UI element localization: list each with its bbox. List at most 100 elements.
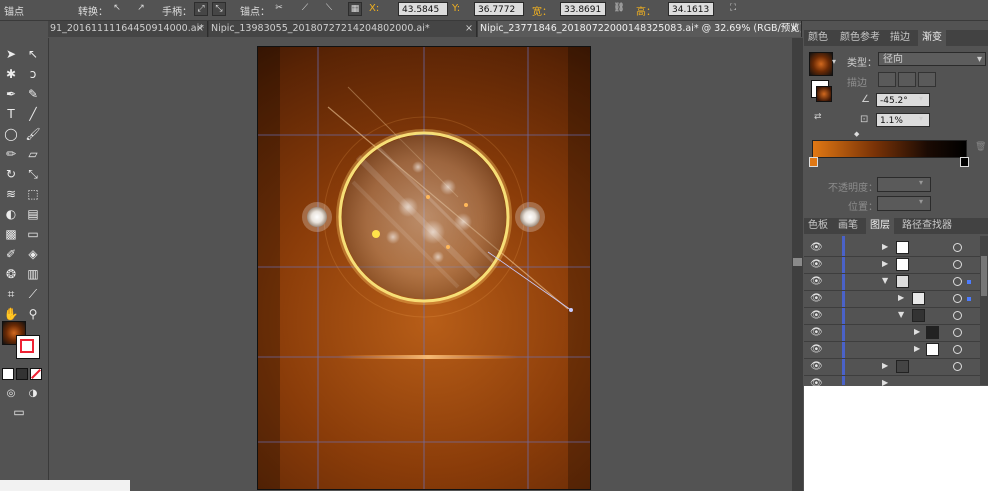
target-icon[interactable] <box>953 311 962 320</box>
close-icon[interactable]: × <box>196 21 204 37</box>
reverse-gradient-icon[interactable]: ⇄ <box>814 112 822 122</box>
stroke-swatch[interactable] <box>16 335 40 359</box>
pencil-tool-icon[interactable]: ✏ <box>2 146 20 162</box>
layer-row[interactable]: 👁 ▼ <box>804 308 988 325</box>
close-icon[interactable]: × <box>465 21 473 37</box>
eye-icon[interactable]: 👁 <box>810 345 823 355</box>
gradient-preview[interactable] <box>809 52 833 76</box>
draw-mode-icon[interactable]: ◎ <box>2 386 20 402</box>
stroke-option-3[interactable] <box>918 72 936 87</box>
eye-icon[interactable]: 👁 <box>810 243 823 253</box>
eye-icon[interactable]: 👁 <box>810 328 823 338</box>
hand-tool-icon[interactable]: ✋ <box>2 306 20 322</box>
gradient-mode-icon[interactable] <box>16 368 28 380</box>
blend-tool-icon[interactable]: ◈ <box>24 246 42 262</box>
target-icon[interactable] <box>953 243 962 252</box>
symbol-sprayer-icon[interactable]: ❂ <box>2 266 20 282</box>
tab-document-2[interactable]: Nipic_13983055_20180727214204802000.ai* × <box>209 21 477 37</box>
slice-tool-icon[interactable]: ⟋ <box>24 286 42 302</box>
midpoint-diamond-icon[interactable]: ◆ <box>854 130 859 138</box>
layer-row[interactable]: 👁 ▶ <box>804 291 988 308</box>
expand-arrow-icon[interactable]: ▶ <box>882 242 888 251</box>
shape-builder-icon[interactable]: ◐ <box>2 206 20 222</box>
tab-swatches[interactable]: 色板 <box>804 218 832 234</box>
free-transform-icon[interactable]: ⬚ <box>24 186 42 202</box>
paintbrush-icon[interactable]: 🖌 <box>24 126 42 142</box>
handle-point[interactable] <box>569 308 573 312</box>
target-icon[interactable] <box>953 277 962 286</box>
tab-gradient[interactable]: 渐变 <box>918 30 946 46</box>
stroke-option-2[interactable] <box>898 72 916 87</box>
width-field[interactable]: 33.8691 <box>560 2 606 16</box>
eye-icon[interactable]: 👁 <box>810 260 823 270</box>
layer-row[interactable]: 👁 ▼ <box>804 274 988 291</box>
connect-anchor-icon[interactable]: ⟋ <box>298 2 312 16</box>
gradient-slider[interactable] <box>812 140 967 158</box>
zoom-tool-icon[interactable]: ⚲ <box>24 306 42 322</box>
layer-row[interactable]: 👁 ▶ <box>804 240 988 257</box>
layer-row[interactable]: 👁 ▶ <box>804 325 988 342</box>
type-tool-icon[interactable]: T <box>2 106 20 122</box>
gradient-stop-start[interactable] <box>809 157 818 167</box>
direct-selection-tool-icon[interactable]: ↖ <box>24 46 42 62</box>
expand-arrow-icon[interactable]: ▶ <box>882 259 888 268</box>
magic-wand-icon[interactable]: ✱ <box>2 66 20 82</box>
target-icon[interactable] <box>953 260 962 269</box>
chevron-down-icon[interactable]: ▾ <box>919 178 923 187</box>
tab-stroke[interactable]: 描边 <box>886 30 914 46</box>
expand-arrow-icon[interactable]: ▶ <box>882 361 888 370</box>
selection-tool-icon[interactable]: ➤ <box>2 46 20 62</box>
eraser-tool-icon[interactable]: ▱ <box>24 146 42 162</box>
eye-icon[interactable]: 👁 <box>810 294 823 304</box>
eye-icon[interactable]: 👁 <box>810 277 823 287</box>
handle-hide-icon[interactable]: ⤡ <box>212 2 226 16</box>
transform-icon[interactable]: ⛶ <box>726 2 740 16</box>
stroke-option-1[interactable] <box>878 72 896 87</box>
column-graph-icon[interactable]: ▥ <box>24 266 42 282</box>
artboard[interactable] <box>257 46 591 490</box>
collapse-arrow-icon[interactable]: ▼ <box>882 276 888 285</box>
height-field[interactable]: 34.1613 <box>668 2 714 16</box>
scrollbar-thumb[interactable] <box>793 258 802 266</box>
layers-scrollbar-thumb[interactable] <box>981 256 987 296</box>
expand-arrow-icon[interactable]: ▶ <box>898 293 904 302</box>
close-icon[interactable]: × <box>790 21 798 37</box>
tab-document-1[interactable]: 91_20161111164450914000.ai* × <box>48 21 208 37</box>
layer-row[interactable]: 👁 ▶ <box>804 257 988 274</box>
artboard-tool-icon[interactable]: ⌗ <box>2 286 20 302</box>
target-icon[interactable] <box>953 294 962 303</box>
convert-corner-icon[interactable]: ↖ <box>110 2 124 16</box>
eye-icon[interactable]: 👁 <box>810 362 823 372</box>
expand-arrow-icon[interactable]: ▶ <box>914 344 920 353</box>
convert-smooth-icon[interactable]: ↗ <box>134 2 148 16</box>
x-field[interactable]: 43.5845 <box>398 2 448 16</box>
expand-arrow-icon[interactable]: ▶ <box>914 327 920 336</box>
pen-tool-icon[interactable]: ✒ <box>2 86 20 102</box>
warp-tool-icon[interactable]: ≋ <box>2 186 20 202</box>
gradient-tool-icon[interactable]: ▭ <box>24 226 42 242</box>
handle-show-icon[interactable]: ⤢ <box>194 2 208 16</box>
collapse-arrow-icon[interactable]: ▼ <box>898 310 904 319</box>
selection-indicator[interactable] <box>967 297 971 301</box>
scale-tool-icon[interactable]: ⤡ <box>24 166 42 182</box>
rotate-tool-icon[interactable]: ↻ <box>2 166 20 182</box>
chevron-down-icon[interactable]: ▾ <box>919 114 923 123</box>
target-icon[interactable] <box>953 328 962 337</box>
chevron-down-icon[interactable]: ▾ <box>919 94 923 103</box>
color-mode-icon[interactable] <box>2 368 14 380</box>
layer-row[interactable]: 👁 ▶ <box>804 359 988 376</box>
lasso-icon[interactable]: ↄ <box>24 66 42 82</box>
none-mode-icon[interactable] <box>30 368 42 380</box>
layer-row[interactable]: 👁 ▶ <box>804 376 988 389</box>
eye-icon[interactable]: 👁 <box>810 311 823 321</box>
tab-color-guide[interactable]: 颜色参考 <box>836 30 884 46</box>
trash-icon[interactable]: 🗑 <box>975 142 986 152</box>
cut-path-icon[interactable]: ⟍ <box>322 2 336 16</box>
ellipse-tool-icon[interactable]: ◯ <box>2 126 20 142</box>
layer-row[interactable]: 👁 ▶ <box>804 342 988 359</box>
tab-pathfinder[interactable]: 路径查找器 <box>898 218 956 234</box>
draw-inside-icon[interactable]: ◑ <box>24 386 42 402</box>
layers-scrollbar[interactable] <box>980 236 988 385</box>
y-field[interactable]: 36.7772 <box>474 2 524 16</box>
perspective-grid-icon[interactable]: ▤ <box>24 206 42 222</box>
